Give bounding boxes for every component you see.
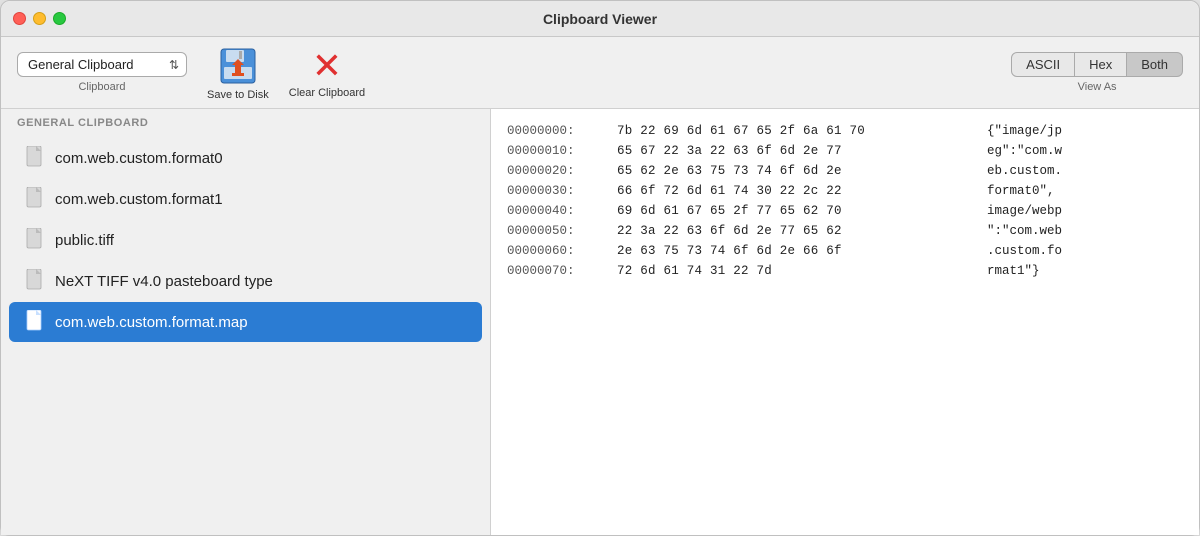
- sidebar-item[interactable]: public.tiff: [9, 220, 482, 260]
- hex-address: 00000070:: [507, 261, 617, 281]
- file-icon: [25, 228, 45, 252]
- hex-row: 00000060: 2e 63 75 73 74 6f 6d 2e 66 6f …: [507, 241, 1183, 261]
- clear-clipboard-button[interactable]: ✕ Clear Clipboard: [289, 47, 365, 99]
- hex-row: 00000020: 65 62 2e 63 75 73 74 6f 6d 2e …: [507, 161, 1183, 181]
- hex-address: 00000060:: [507, 241, 617, 261]
- maximize-button[interactable]: [53, 12, 66, 25]
- hex-bytes: 7b 22 69 6d 61 67 65 2f 6a 61 70: [617, 121, 987, 141]
- file-icon: [25, 310, 45, 334]
- window-title: Clipboard Viewer: [543, 11, 657, 27]
- view-hex-button[interactable]: Hex: [1075, 52, 1127, 77]
- save-disk-icon: [217, 45, 259, 87]
- hex-ascii: format0",: [987, 181, 1055, 201]
- hex-address: 00000020:: [507, 161, 617, 181]
- hex-ascii: eg":"com.w: [987, 141, 1062, 161]
- hex-ascii: .custom.fo: [987, 241, 1062, 261]
- hex-address: 00000050:: [507, 221, 617, 241]
- sidebar-item-name: public.tiff: [55, 232, 114, 249]
- clear-label: Clear Clipboard: [289, 87, 365, 99]
- hex-ascii: image/webp: [987, 201, 1062, 221]
- clear-icon: ✕: [308, 47, 346, 85]
- hex-bytes: 66 6f 72 6d 61 74 30 22 2c 22: [617, 181, 987, 201]
- sidebar-header: GENERAL CLIPBOARD: [1, 109, 490, 133]
- view-ascii-button[interactable]: ASCII: [1011, 52, 1075, 77]
- view-as-label: View As: [1078, 81, 1117, 93]
- hex-ascii: rmat1"}: [987, 261, 1040, 281]
- sidebar: GENERAL CLIPBOARD com.web.custom.format0…: [1, 109, 491, 535]
- hex-row: 00000050: 22 3a 22 63 6f 6d 2e 77 65 62 …: [507, 221, 1183, 241]
- view-as-buttons: ASCII Hex Both: [1011, 52, 1183, 77]
- hex-row: 00000030: 66 6f 72 6d 61 74 30 22 2c 22 …: [507, 181, 1183, 201]
- hex-bytes: 69 6d 61 67 65 2f 77 65 62 70: [617, 201, 987, 221]
- hex-bytes: 65 62 2e 63 75 73 74 6f 6d 2e: [617, 161, 987, 181]
- hex-ascii: eb.custom.: [987, 161, 1062, 181]
- sidebar-item-name: com.web.custom.format1: [55, 191, 223, 208]
- hex-row: 00000070: 72 6d 61 74 31 22 7d rmat1"}: [507, 261, 1183, 281]
- hex-ascii: {"image/jp: [987, 121, 1062, 141]
- sidebar-item[interactable]: com.web.custom.format0: [9, 138, 482, 178]
- hex-bytes: 2e 63 75 73 74 6f 6d 2e 66 6f: [617, 241, 987, 261]
- sidebar-list: com.web.custom.format0 com.web.custom.for…: [1, 133, 490, 535]
- sidebar-item[interactable]: com.web.custom.format1: [9, 179, 482, 219]
- clipboard-selector-group: General Clipboard Find Clipboard ⇅ Clipb…: [17, 52, 187, 93]
- clipboard-select-wrapper: General Clipboard Find Clipboard ⇅: [17, 52, 187, 77]
- hex-bytes: 72 6d 61 74 31 22 7d: [617, 261, 987, 281]
- hex-row: 00000040: 69 6d 61 67 65 2f 77 65 62 70 …: [507, 201, 1183, 221]
- minimize-button[interactable]: [33, 12, 46, 25]
- sidebar-item-name: NeXT TIFF v4.0 pasteboard type: [55, 273, 273, 290]
- hex-address: 00000010:: [507, 141, 617, 161]
- hex-row: 00000010: 65 67 22 3a 22 63 6f 6d 2e 77 …: [507, 141, 1183, 161]
- save-to-disk-button[interactable]: Save to Disk: [207, 45, 269, 101]
- file-icon: [25, 146, 45, 170]
- traffic-lights: [13, 12, 66, 25]
- hex-bytes: 65 67 22 3a 22 63 6f 6d 2e 77: [617, 141, 987, 161]
- clipboard-select[interactable]: General Clipboard Find Clipboard: [17, 52, 187, 77]
- toolbar: General Clipboard Find Clipboard ⇅ Clipb…: [1, 37, 1199, 109]
- hex-row: 00000000: 7b 22 69 6d 61 67 65 2f 6a 61 …: [507, 121, 1183, 141]
- close-button[interactable]: [13, 12, 26, 25]
- hex-viewer: 00000000: 7b 22 69 6d 61 67 65 2f 6a 61 …: [491, 109, 1199, 535]
- hex-address: 00000030:: [507, 181, 617, 201]
- titlebar: Clipboard Viewer: [1, 1, 1199, 37]
- main-window: Clipboard Viewer General Clipboard Find …: [0, 0, 1200, 536]
- sidebar-item-name: com.web.custom.format.map: [55, 314, 248, 331]
- hex-ascii: ":"com.web: [987, 221, 1062, 241]
- sidebar-item[interactable]: NeXT TIFF v4.0 pasteboard type: [9, 261, 482, 301]
- hex-address: 00000040:: [507, 201, 617, 221]
- file-icon: [25, 269, 45, 293]
- hex-address: 00000000:: [507, 121, 617, 141]
- main-content: GENERAL CLIPBOARD com.web.custom.format0…: [1, 109, 1199, 535]
- file-icon: [25, 187, 45, 211]
- save-label: Save to Disk: [207, 89, 269, 101]
- sidebar-item[interactable]: com.web.custom.format.map: [9, 302, 482, 342]
- hex-bytes: 22 3a 22 63 6f 6d 2e 77 65 62: [617, 221, 987, 241]
- view-both-button[interactable]: Both: [1127, 52, 1183, 77]
- clipboard-label: Clipboard: [78, 81, 125, 93]
- sidebar-item-name: com.web.custom.format0: [55, 150, 223, 167]
- view-as-section: ASCII Hex Both View As: [1011, 52, 1183, 93]
